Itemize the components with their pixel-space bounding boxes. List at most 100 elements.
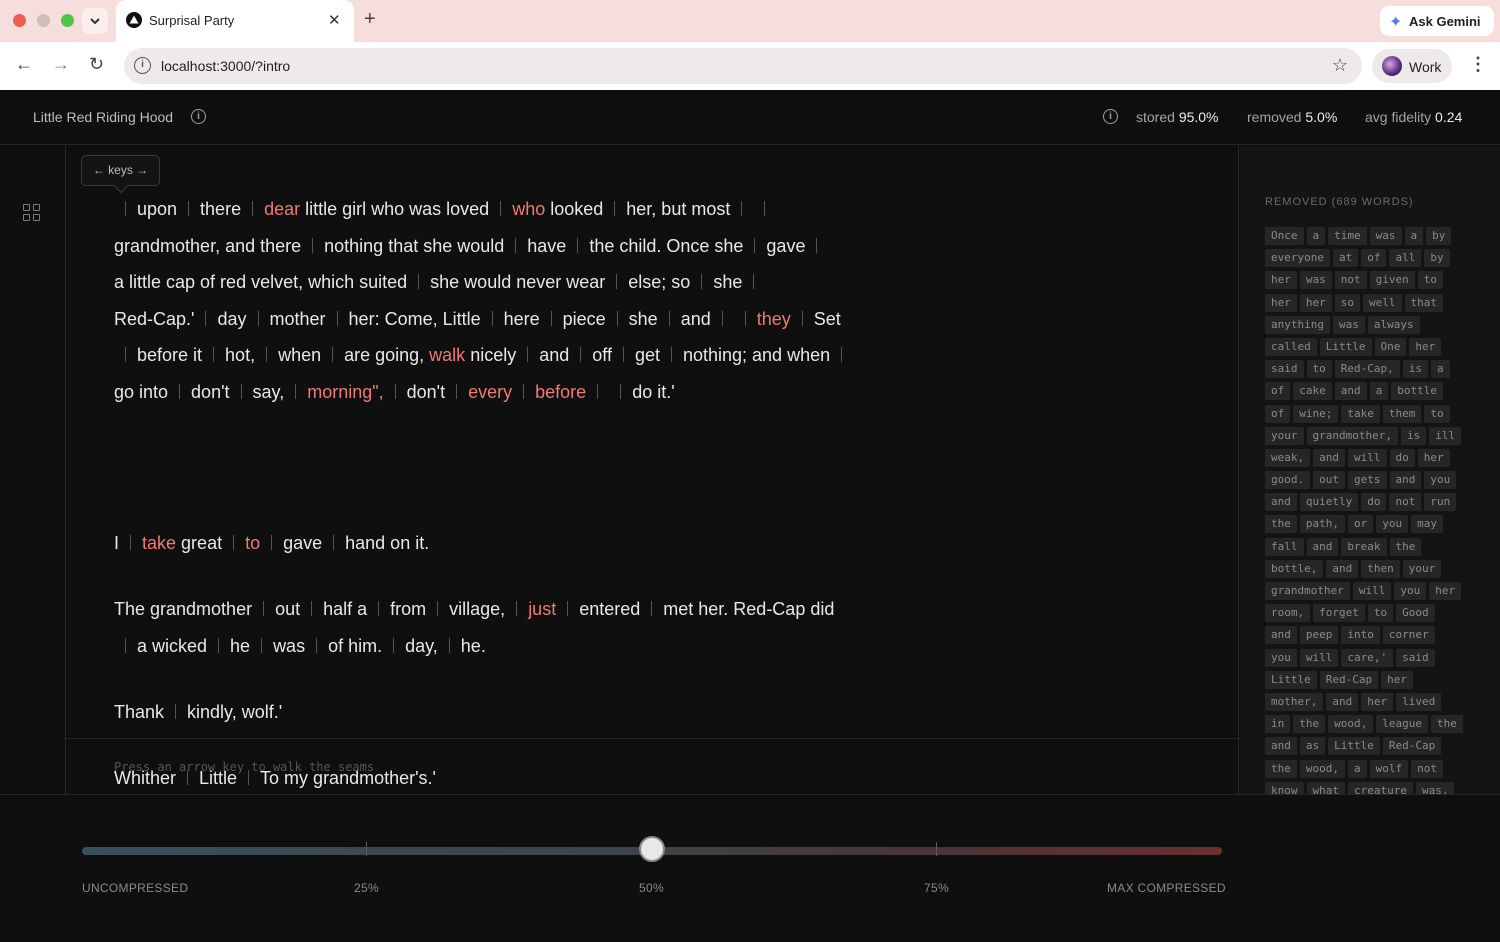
close-tab-icon[interactable]: ✕ [328, 11, 341, 29]
minimize-window-button[interactable] [37, 14, 50, 27]
seam-divider[interactable] [577, 237, 579, 253]
reload-icon[interactable]: ↻ [89, 54, 104, 75]
seam-divider[interactable] [670, 347, 672, 362]
seam-divider[interactable] [491, 310, 493, 326]
removed-word-chip: bottle, [1265, 559, 1324, 578]
compression-slider-thumb[interactable] [639, 836, 665, 862]
stats-info-icon[interactable]: i [1103, 109, 1118, 124]
seam-divider[interactable] [523, 383, 525, 399]
ask-gemini-button[interactable]: ✦ Ask Gemini [1380, 6, 1494, 36]
forward-arrow-icon[interactable]: → [52, 54, 70, 75]
seam-divider[interactable] [240, 383, 242, 399]
seam-divider[interactable] [816, 237, 818, 253]
seam-divider[interactable] [261, 637, 263, 653]
seam-divider[interactable] [616, 274, 618, 289]
seam-divider[interactable] [378, 601, 380, 616]
seam-divider[interactable] [754, 237, 756, 253]
removed-word-chip: lived [1396, 692, 1442, 711]
site-info-icon[interactable]: i [134, 57, 151, 74]
maximize-window-button[interactable] [61, 14, 74, 27]
seam-divider[interactable] [701, 274, 703, 289]
tab-search-button[interactable] [82, 8, 108, 34]
seam-divider[interactable] [741, 201, 743, 216]
seam-divider[interactable] [753, 274, 755, 289]
document-info-icon[interactable]: i [191, 109, 206, 124]
close-window-button[interactable] [13, 14, 26, 27]
seam-divider[interactable] [550, 310, 552, 326]
seam-divider[interactable] [516, 601, 518, 616]
seam-divider[interactable] [622, 347, 624, 362]
removed-words-row: and peep into corner [1265, 625, 1490, 647]
seam-divider[interactable] [179, 383, 181, 399]
seam-divider[interactable] [456, 383, 458, 399]
seam-divider[interactable] [332, 347, 334, 362]
back-arrow-icon[interactable]: ← [15, 54, 33, 75]
seam-divider[interactable] [744, 310, 746, 326]
removed-word-chip: anything [1265, 315, 1330, 334]
removed-word-chip: by [1424, 249, 1450, 268]
seam-divider[interactable] [266, 347, 268, 362]
seam-divider[interactable] [130, 535, 132, 550]
seam-divider[interactable] [614, 201, 616, 216]
text-segment: The grandmother [114, 599, 253, 619]
seam-divider[interactable] [188, 201, 190, 216]
seam-divider[interactable] [218, 637, 220, 653]
seam-divider[interactable] [312, 237, 314, 253]
seam-divider[interactable] [437, 601, 439, 616]
browser-tab[interactable]: Surprisal Party ✕ [116, 0, 354, 42]
seam-divider[interactable] [527, 347, 529, 362]
seam-divider[interactable] [616, 310, 618, 326]
seam-divider[interactable] [394, 383, 396, 399]
removed-word-chip: of [1265, 404, 1291, 423]
seam-divider[interactable] [175, 704, 177, 719]
url-text[interactable]: localhost:3000/?intro [161, 58, 290, 74]
seam-divider[interactable] [333, 535, 335, 550]
text-segment: before [535, 382, 586, 402]
address-bar[interactable]: i localhost:3000/?intro ☆ [124, 48, 1362, 84]
bookmark-star-icon[interactable]: ☆ [1332, 55, 1348, 76]
seam-divider[interactable] [213, 347, 215, 362]
seam-divider[interactable] [801, 310, 803, 326]
new-tab-button[interactable]: + [364, 8, 376, 31]
removed-word-chip: everyone [1265, 249, 1330, 268]
seam-divider[interactable] [271, 535, 273, 550]
seam-divider[interactable] [515, 237, 517, 253]
seam-divider[interactable] [764, 201, 766, 216]
seam-divider[interactable] [620, 383, 622, 399]
seam-divider[interactable] [668, 310, 670, 326]
seam-divider[interactable] [841, 347, 843, 362]
seam-divider[interactable] [651, 601, 653, 616]
seam-divider[interactable] [500, 201, 502, 216]
seam-divider[interactable] [418, 274, 420, 289]
seam-divider[interactable] [125, 347, 126, 362]
seam-divider[interactable] [336, 310, 338, 326]
removed-words-row: Little Red-Cap her [1265, 670, 1490, 692]
seam-divider[interactable] [393, 637, 395, 653]
seam-divider[interactable] [311, 601, 313, 616]
seam-divider[interactable] [257, 310, 259, 326]
seam-divider[interactable] [721, 310, 723, 326]
seam-divider[interactable] [125, 201, 126, 216]
seam-divider[interactable] [263, 601, 265, 616]
seam-divider[interactable] [233, 535, 235, 550]
grid-view-icon[interactable] [23, 204, 41, 222]
removed-word-chip: peep [1299, 626, 1339, 645]
seam-divider[interactable] [205, 310, 207, 326]
seam-divider[interactable] [125, 637, 126, 653]
profile-button[interactable]: Work [1372, 49, 1452, 83]
seam-divider[interactable] [567, 601, 569, 616]
removed-word-chip: the [1431, 715, 1463, 734]
removed-word-chip: a [1306, 227, 1326, 245]
removed-word-chip: out [1313, 471, 1345, 490]
removed-word-chip: mother, [1265, 692, 1324, 711]
seam-divider[interactable] [316, 637, 318, 653]
seam-divider[interactable] [448, 637, 450, 653]
seam-divider[interactable] [580, 347, 582, 362]
removed-word-chip: may [1411, 515, 1443, 534]
seam-divider[interactable] [597, 383, 599, 399]
seam-divider[interactable] [252, 201, 254, 216]
browser-menu-icon[interactable]: ⋮ [1469, 54, 1487, 75]
removed-word-chip: the [1265, 759, 1297, 778]
seam-divider[interactable] [295, 383, 297, 399]
removed-word-chip: well [1363, 293, 1402, 312]
